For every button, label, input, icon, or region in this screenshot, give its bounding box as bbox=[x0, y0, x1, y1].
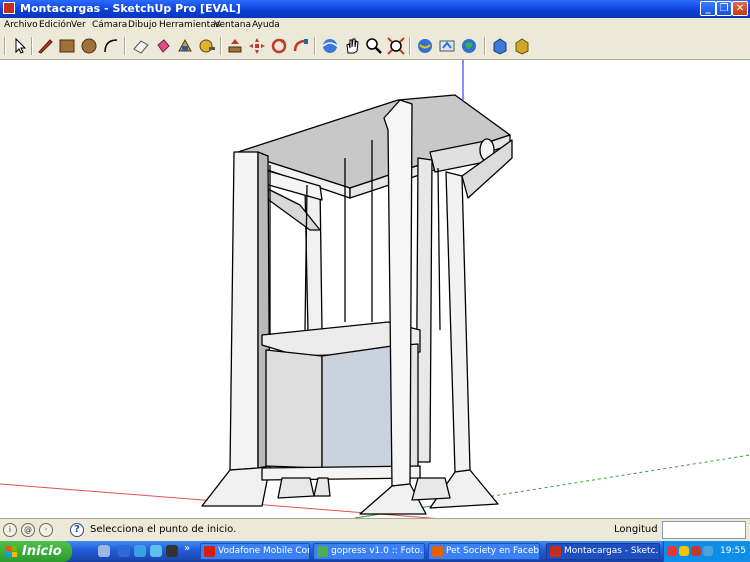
geo-location-icon[interactable]: i bbox=[3, 523, 17, 537]
window-title: Montacargas - SketchUp Pro [EVAL] bbox=[20, 2, 241, 15]
taskbar-pet-society[interactable]: Pet Society en Faceb... bbox=[428, 543, 540, 560]
back-left-post bbox=[304, 185, 323, 333]
menu-dibujo[interactable]: Dibujo bbox=[128, 18, 157, 33]
front-left-post bbox=[229, 151, 259, 471]
tray-network-icon[interactable] bbox=[703, 546, 713, 556]
menu-bar: Archivo Edición Ver Cámara Dibujo Herram… bbox=[0, 18, 750, 33]
tray-arrow-icon[interactable] bbox=[667, 546, 677, 556]
zoom-icon[interactable] bbox=[365, 37, 383, 55]
media-player-icon[interactable] bbox=[166, 545, 178, 557]
messenger-icon[interactable] bbox=[150, 545, 162, 557]
menu-ayuda[interactable]: Ayuda bbox=[252, 18, 280, 33]
orbit-icon[interactable] bbox=[321, 37, 339, 55]
start-button[interactable]: Inicio bbox=[0, 541, 72, 562]
quicklaunch-more[interactable]: » bbox=[184, 543, 190, 554]
taskbar-montacargas[interactable]: Montacargas - Sketc... bbox=[546, 543, 660, 560]
select-arrow-icon[interactable] bbox=[11, 37, 29, 55]
model-canvas[interactable] bbox=[0, 60, 750, 518]
status-bar: i @ ◦ ? Selecciona el punto de inicio. L… bbox=[0, 518, 750, 542]
component-download-icon[interactable] bbox=[513, 37, 531, 55]
user-icon[interactable]: ◦ bbox=[39, 523, 53, 537]
pencil-line-icon[interactable] bbox=[36, 37, 54, 55]
vodafone-icon bbox=[204, 546, 215, 557]
length-input[interactable] bbox=[662, 521, 746, 539]
rotate-icon[interactable] bbox=[270, 37, 288, 55]
elevator-model bbox=[201, 94, 513, 515]
taskbar-gopress[interactable]: gopress v1.0 :: Foto... bbox=[313, 543, 425, 560]
toolbar-separator bbox=[314, 37, 316, 55]
arc-icon[interactable] bbox=[102, 37, 120, 55]
toolbar-separator bbox=[220, 37, 222, 55]
toolbar-grip bbox=[4, 37, 6, 55]
component-store-icon[interactable] bbox=[491, 37, 509, 55]
drawing-viewport[interactable] bbox=[0, 60, 750, 518]
ie-icon[interactable] bbox=[118, 545, 130, 557]
tray-antivirus-icon[interactable] bbox=[691, 546, 701, 556]
start-label: Inicio bbox=[22, 544, 62, 559]
tool-bar bbox=[0, 33, 750, 60]
show-desktop-icon[interactable] bbox=[98, 545, 110, 557]
help-icon[interactable]: ? bbox=[70, 523, 84, 537]
toolbar-separator bbox=[484, 37, 486, 55]
right-post bbox=[445, 171, 471, 473]
clock: 19:55 bbox=[720, 546, 746, 556]
cabin-front-wall bbox=[321, 345, 393, 469]
make-component-icon[interactable] bbox=[176, 37, 194, 55]
google-earth-icon[interactable] bbox=[460, 37, 478, 55]
back-foot-left bbox=[277, 477, 315, 499]
back-foot-mid bbox=[313, 477, 331, 497]
system-tray: 19:55 bbox=[663, 541, 750, 562]
cable bbox=[437, 167, 441, 331]
menu-archivo[interactable]: Archivo bbox=[4, 18, 38, 33]
toolbar-separator bbox=[409, 37, 411, 55]
length-label: Longitud bbox=[614, 524, 658, 535]
sketchup-icon bbox=[550, 546, 561, 557]
status-message: Selecciona el punto de inicio. bbox=[90, 524, 237, 535]
menu-edicion[interactable]: Edición bbox=[39, 18, 72, 33]
firefox-icon bbox=[432, 546, 443, 557]
push-pull-icon[interactable] bbox=[226, 37, 244, 55]
follow-me-icon[interactable] bbox=[292, 37, 310, 55]
maximize-button[interactable]: ❐ bbox=[716, 1, 732, 16]
chrome-icon bbox=[317, 546, 328, 557]
sketchup-app-icon[interactable] bbox=[3, 2, 15, 14]
toolbar-separator bbox=[124, 37, 126, 55]
cabin-left-wall bbox=[265, 349, 323, 469]
menu-ventana[interactable]: Ventana bbox=[214, 18, 251, 33]
front-left-foot bbox=[201, 465, 271, 507]
title-bar: Montacargas - SketchUp Pro [EVAL] _ ❐ ✕ bbox=[0, 0, 750, 18]
get-models-icon[interactable] bbox=[416, 37, 434, 55]
menu-ver[interactable]: Ver bbox=[71, 18, 86, 33]
move-icon[interactable] bbox=[248, 37, 266, 55]
windows-flag-icon bbox=[6, 546, 17, 557]
tray-security-icon[interactable] bbox=[679, 546, 689, 556]
ie-quick-icon[interactable] bbox=[134, 545, 146, 557]
credits-icon[interactable]: @ bbox=[21, 523, 35, 537]
pan-icon[interactable] bbox=[343, 37, 361, 55]
close-button[interactable]: ✕ bbox=[732, 1, 748, 16]
tape-measure-icon[interactable] bbox=[198, 37, 216, 55]
back-foot-right bbox=[411, 477, 451, 501]
rectangle-icon[interactable] bbox=[58, 37, 76, 55]
menu-camara[interactable]: Cámara bbox=[92, 18, 127, 33]
circle-icon[interactable] bbox=[80, 37, 98, 55]
paint-bucket-icon[interactable] bbox=[154, 37, 172, 55]
zoom-extents-icon[interactable] bbox=[387, 37, 405, 55]
minimize-button[interactable]: _ bbox=[700, 1, 716, 16]
share-model-icon[interactable] bbox=[438, 37, 456, 55]
windows-taskbar: Inicio » Vodafone Mobile Con... gopress … bbox=[0, 541, 750, 562]
menu-herramientas[interactable]: Herramientas bbox=[159, 18, 220, 33]
toolbar-separator bbox=[31, 37, 33, 55]
eraser-icon[interactable] bbox=[132, 37, 150, 55]
taskbar-vodafone[interactable]: Vodafone Mobile Con... bbox=[200, 543, 310, 560]
